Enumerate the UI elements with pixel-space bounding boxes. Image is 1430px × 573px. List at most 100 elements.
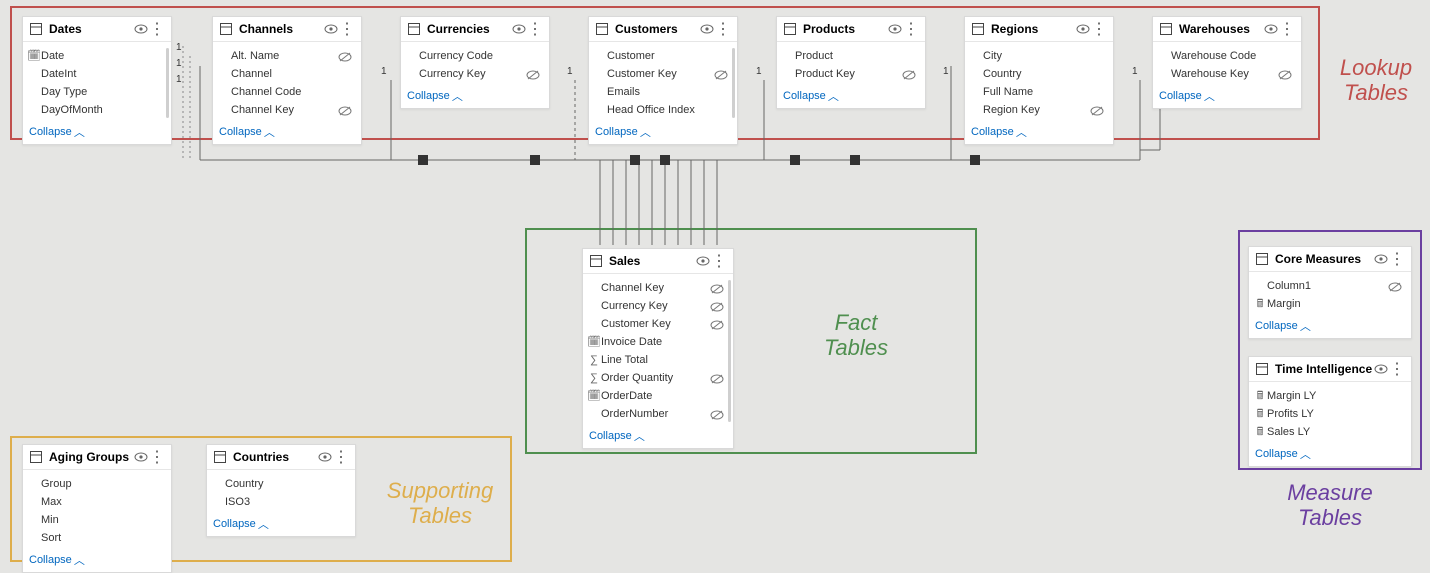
scrollbar[interactable] [166, 48, 169, 118]
field-row[interactable]: Min [23, 512, 171, 530]
field-row[interactable]: Full Name [965, 84, 1113, 102]
table-dates[interactable]: Dates ⋮ 🗓Date DateInt Day Type DayOfMont… [22, 16, 172, 145]
visibility-icon[interactable] [1373, 361, 1389, 377]
hidden-icon[interactable] [1387, 282, 1403, 292]
field-row[interactable]: Channel [213, 66, 361, 84]
hidden-icon[interactable] [901, 70, 917, 80]
collapse-button[interactable]: Collapse︿ [23, 548, 171, 572]
field-row[interactable]: Column1 [1249, 278, 1411, 296]
visibility-icon[interactable] [1373, 251, 1389, 267]
visibility-icon[interactable] [133, 449, 149, 465]
collapse-button[interactable]: Collapse︿ [23, 120, 171, 144]
field-row[interactable]: Channel Code [213, 84, 361, 102]
field-row[interactable]: Channel Key [583, 280, 733, 298]
field-row[interactable]: Max [23, 494, 171, 512]
visibility-icon[interactable] [317, 449, 333, 465]
table-time-intelligence[interactable]: Time Intelligence ⋮ 🖩Margin LY 🖩Profits … [1248, 356, 1412, 467]
more-options-icon[interactable]: ⋮ [339, 21, 355, 37]
field-row[interactable]: Sort [23, 530, 171, 548]
field-row[interactable]: 🗓Date [23, 48, 171, 66]
hidden-icon[interactable] [1089, 106, 1105, 116]
visibility-icon[interactable] [695, 253, 711, 269]
field-row[interactable]: ISO3 [207, 494, 355, 512]
field-row[interactable]: 🗓OrderDate [583, 388, 733, 406]
collapse-button[interactable]: Collapse︿ [589, 120, 737, 144]
field-row[interactable]: ∑Line Total [583, 352, 733, 370]
more-options-icon[interactable]: ⋮ [903, 21, 919, 37]
field-row[interactable]: Region Key [965, 102, 1113, 120]
more-options-icon[interactable]: ⋮ [1091, 21, 1107, 37]
field-row[interactable]: Product Key [777, 66, 925, 84]
field-row[interactable]: 🖩Margin LY [1249, 388, 1411, 406]
field-row[interactable]: ∑Order Quantity [583, 370, 733, 388]
table-customers[interactable]: Customers ⋮ Customer Customer Key Emails… [588, 16, 738, 145]
field-row[interactable]: Alt. Name [213, 48, 361, 66]
scrollbar[interactable] [728, 280, 731, 422]
collapse-button[interactable]: Collapse︿ [1249, 442, 1411, 466]
field-row[interactable]: Currency Code [401, 48, 549, 66]
visibility-icon[interactable] [1075, 21, 1091, 37]
field-row[interactable]: Customer [589, 48, 737, 66]
visibility-icon[interactable] [323, 21, 339, 37]
field-row[interactable]: Emails [589, 84, 737, 102]
field-row[interactable]: Group [23, 476, 171, 494]
more-options-icon[interactable]: ⋮ [715, 21, 731, 37]
field-row[interactable]: Country [207, 476, 355, 494]
hidden-icon[interactable] [709, 284, 725, 294]
table-currencies[interactable]: Currencies ⋮ Currency Code Currency Key … [400, 16, 550, 109]
table-products[interactable]: Products ⋮ Product Product Key Collapse︿ [776, 16, 926, 109]
collapse-button[interactable]: Collapse︿ [207, 512, 355, 536]
field-row[interactable]: 🖩Margin [1249, 296, 1411, 314]
field-row[interactable]: City [965, 48, 1113, 66]
field-row[interactable]: Warehouse Code [1153, 48, 1301, 66]
table-channels[interactable]: Channels ⋮ Alt. Name Channel Channel Cod… [212, 16, 362, 145]
table-countries[interactable]: Countries ⋮ Country ISO3 Collapse︿ [206, 444, 356, 537]
field-row[interactable]: Customer Key [583, 316, 733, 334]
more-options-icon[interactable]: ⋮ [149, 449, 165, 465]
more-options-icon[interactable]: ⋮ [527, 21, 543, 37]
table-warehouses[interactable]: Warehouses ⋮ Warehouse Code Warehouse Ke… [1152, 16, 1302, 109]
collapse-button[interactable]: Collapse︿ [1153, 84, 1301, 108]
hidden-icon[interactable] [709, 320, 725, 330]
visibility-icon[interactable] [887, 21, 903, 37]
more-options-icon[interactable]: ⋮ [1279, 21, 1295, 37]
field-row[interactable]: Channel Key [213, 102, 361, 120]
table-aging-groups[interactable]: Aging Groups ⋮ Group Max Min Sort Collap… [22, 444, 172, 573]
table-regions[interactable]: Regions ⋮ City Country Full Name Region … [964, 16, 1114, 145]
table-core-measures[interactable]: Core Measures ⋮ Column1 🖩Margin Collapse… [1248, 246, 1412, 339]
collapse-button[interactable]: Collapse︿ [965, 120, 1113, 144]
collapse-button[interactable]: Collapse︿ [1249, 314, 1411, 338]
table-sales[interactable]: Sales ⋮ Channel Key Currency Key Custome… [582, 248, 734, 449]
hidden-icon[interactable] [525, 70, 541, 80]
visibility-icon[interactable] [133, 21, 149, 37]
collapse-button[interactable]: Collapse︿ [583, 424, 733, 448]
field-row[interactable]: OrderNumber [583, 406, 733, 424]
hidden-icon[interactable] [713, 70, 729, 80]
field-row[interactable]: Country [965, 66, 1113, 84]
hidden-icon[interactable] [709, 374, 725, 384]
field-row[interactable]: Warehouse Key [1153, 66, 1301, 84]
field-row[interactable]: Product [777, 48, 925, 66]
field-row[interactable]: 🖩Sales LY [1249, 424, 1411, 442]
field-row[interactable]: 🗓Invoice Date [583, 334, 733, 352]
hidden-icon[interactable] [1277, 70, 1293, 80]
field-row[interactable]: Customer Key [589, 66, 737, 84]
field-row[interactable]: 🖩Profits LY [1249, 406, 1411, 424]
collapse-button[interactable]: Collapse︿ [213, 120, 361, 144]
visibility-icon[interactable] [699, 21, 715, 37]
field-row[interactable]: Head Office Index [589, 102, 737, 120]
more-options-icon[interactable]: ⋮ [1389, 251, 1405, 267]
more-options-icon[interactable]: ⋮ [149, 21, 165, 37]
hidden-icon[interactable] [337, 52, 353, 62]
more-options-icon[interactable]: ⋮ [333, 449, 349, 465]
field-row[interactable]: Day Type [23, 84, 171, 102]
hidden-icon[interactable] [709, 410, 725, 420]
field-row[interactable]: Currency Key [583, 298, 733, 316]
collapse-button[interactable]: Collapse︿ [777, 84, 925, 108]
field-row[interactable]: Currency Key [401, 66, 549, 84]
hidden-icon[interactable] [337, 106, 353, 116]
visibility-icon[interactable] [1263, 21, 1279, 37]
field-row[interactable]: DateInt [23, 66, 171, 84]
collapse-button[interactable]: Collapse︿ [401, 84, 549, 108]
hidden-icon[interactable] [709, 302, 725, 312]
